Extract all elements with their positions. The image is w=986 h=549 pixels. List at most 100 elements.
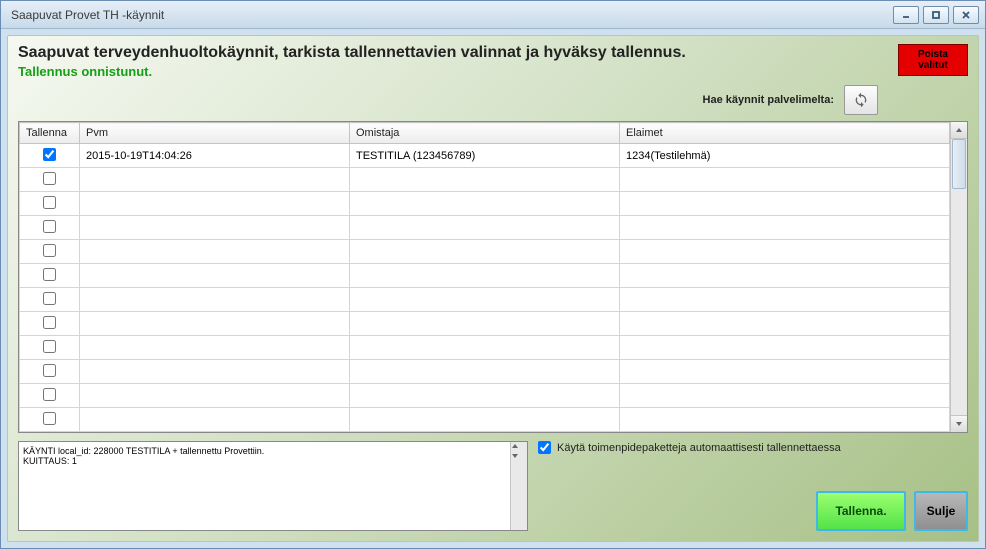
cell-elaimet <box>620 288 950 312</box>
col-tallenna[interactable]: Tallenna <box>20 123 80 144</box>
row-checkbox[interactable] <box>43 196 56 209</box>
table-row[interactable] <box>20 360 950 384</box>
cell-omistaja <box>350 168 620 192</box>
cell-elaimet <box>620 168 950 192</box>
row-checkbox[interactable] <box>43 292 56 305</box>
cell-omistaja <box>350 240 620 264</box>
row-checkbox-cell <box>20 360 80 384</box>
cell-pvm <box>80 216 350 240</box>
log-line-2: KUITTAUS: 1 <box>23 456 523 466</box>
row-checkbox[interactable] <box>43 412 56 425</box>
scroll-track[interactable] <box>951 139 967 415</box>
col-elaimet[interactable]: Elaimet <box>620 123 950 144</box>
row-checkbox-cell <box>20 264 80 288</box>
cell-pvm <box>80 360 350 384</box>
bottom-panel: KÄYNTI local_id: 228000 TESTITILA + tall… <box>18 441 968 531</box>
row-checkbox[interactable] <box>43 244 56 257</box>
visits-grid[interactable]: Tallenna Pvm Omistaja Elaimet 2015-10-19… <box>19 122 950 432</box>
cell-omistaja <box>350 408 620 432</box>
row-checkbox-cell <box>20 192 80 216</box>
close-button[interactable]: Sulje <box>914 491 968 531</box>
table-row[interactable] <box>20 384 950 408</box>
save-button[interactable]: Tallenna. <box>816 491 906 531</box>
row-checkbox-cell <box>20 168 80 192</box>
cell-elaimet <box>620 384 950 408</box>
cell-pvm <box>80 264 350 288</box>
minimize-button[interactable] <box>893 6 919 24</box>
log-scrollbar[interactable] <box>510 442 527 530</box>
row-checkbox[interactable] <box>43 316 56 329</box>
refresh-icon <box>853 92 869 108</box>
table-row[interactable] <box>20 240 950 264</box>
cell-pvm <box>80 408 350 432</box>
cell-pvm <box>80 240 350 264</box>
row-checkbox-cell <box>20 408 80 432</box>
titlebar: Saapuvat Provet TH -käynnit <box>1 1 985 29</box>
row-checkbox[interactable] <box>43 388 56 401</box>
table-row[interactable] <box>20 216 950 240</box>
button-row: Tallenna. Sulje <box>538 491 968 531</box>
col-pvm[interactable]: Pvm <box>80 123 350 144</box>
table-row[interactable] <box>20 264 950 288</box>
cell-omistaja <box>350 384 620 408</box>
cell-elaimet <box>620 360 950 384</box>
cell-elaimet <box>620 216 950 240</box>
table-row[interactable] <box>20 408 950 432</box>
header-row: Saapuvat terveydenhuoltokäynnit, tarkist… <box>18 44 968 79</box>
log-textarea[interactable]: KÄYNTI local_id: 228000 TESTITILA + tall… <box>18 441 528 531</box>
row-checkbox[interactable] <box>43 172 56 185</box>
status-text: Tallennus onnistunut. <box>18 64 968 79</box>
table-row[interactable] <box>20 288 950 312</box>
table-row[interactable] <box>20 192 950 216</box>
row-checkbox-cell <box>20 312 80 336</box>
scroll-thumb[interactable] <box>952 139 966 189</box>
log-line-1: KÄYNTI local_id: 228000 TESTITILA + tall… <box>23 446 523 456</box>
table-row[interactable]: 2015-10-19T14:04:26TESTITILA (123456789)… <box>20 144 950 168</box>
row-checkbox[interactable] <box>43 340 56 353</box>
page-title: Saapuvat terveydenhuoltokäynnit, tarkist… <box>18 44 968 62</box>
cell-omistaja <box>350 312 620 336</box>
cell-pvm <box>80 384 350 408</box>
cell-omistaja <box>350 336 620 360</box>
row-checkbox[interactable] <box>43 148 56 161</box>
auto-package-label[interactable]: Käytä toimenpidepaketteja automaattisest… <box>557 442 841 454</box>
fetch-label: Hae käynnit palvelimelta: <box>703 94 834 106</box>
scroll-up-icon[interactable] <box>951 122 967 139</box>
row-checkbox[interactable] <box>43 364 56 377</box>
cell-omistaja <box>350 216 620 240</box>
right-panel: Käytä toimenpidepaketteja automaattisest… <box>538 441 968 531</box>
row-checkbox[interactable] <box>43 268 56 281</box>
cell-pvm <box>80 288 350 312</box>
row-checkbox[interactable] <box>43 220 56 233</box>
cell-elaimet <box>620 240 950 264</box>
row-checkbox-cell <box>20 384 80 408</box>
log-scroll-up-icon[interactable] <box>511 442 527 452</box>
close-window-button[interactable] <box>953 6 979 24</box>
cell-elaimet <box>620 192 950 216</box>
table-row[interactable] <box>20 336 950 360</box>
cell-elaimet <box>620 408 950 432</box>
log-scroll-down-icon[interactable] <box>511 452 527 462</box>
maximize-button[interactable] <box>923 6 949 24</box>
refresh-button[interactable] <box>844 85 878 115</box>
cell-elaimet <box>620 312 950 336</box>
grid-scrollbar[interactable] <box>950 122 967 432</box>
auto-package-checkbox[interactable] <box>538 441 551 454</box>
row-checkbox-cell <box>20 216 80 240</box>
scroll-down-icon[interactable] <box>951 415 967 432</box>
cell-elaimet <box>620 336 950 360</box>
delete-selected-button[interactable]: Poista valitut <box>898 44 968 76</box>
table-row[interactable] <box>20 168 950 192</box>
header-text: Saapuvat terveydenhuoltokäynnit, tarkist… <box>18 44 968 79</box>
cell-omistaja: TESTITILA (123456789) <box>350 144 620 168</box>
table-row[interactable] <box>20 312 950 336</box>
cell-elaimet <box>620 264 950 288</box>
row-checkbox-cell <box>20 144 80 168</box>
cell-omistaja <box>350 264 620 288</box>
auto-package-row: Käytä toimenpidepaketteja automaattisest… <box>538 441 968 454</box>
row-checkbox-cell <box>20 240 80 264</box>
cell-pvm <box>80 168 350 192</box>
cell-omistaja <box>350 360 620 384</box>
col-omistaja[interactable]: Omistaja <box>350 123 620 144</box>
row-checkbox-cell <box>20 336 80 360</box>
